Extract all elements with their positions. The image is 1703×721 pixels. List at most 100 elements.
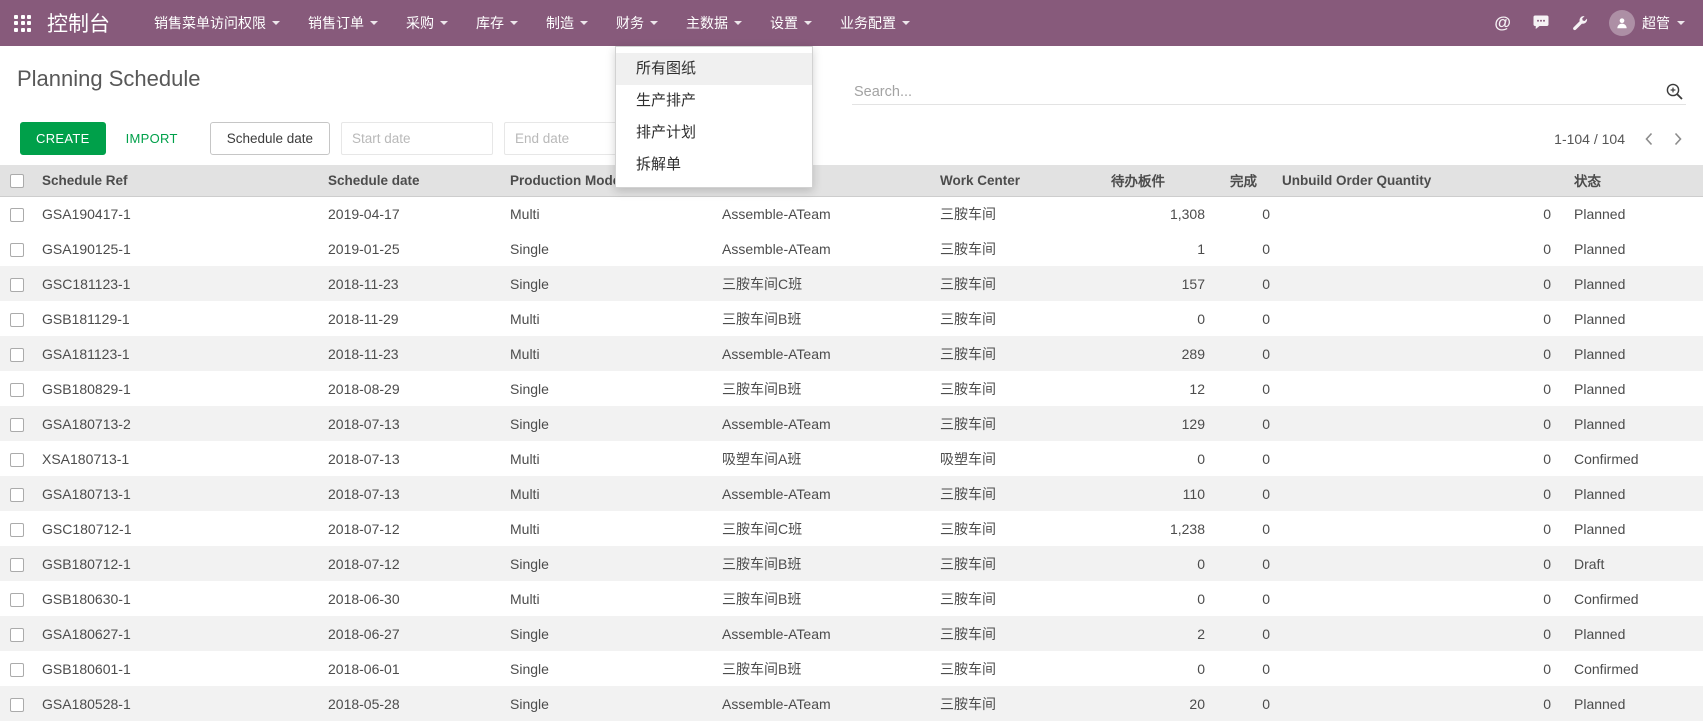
- messages-icon[interactable]: [1532, 14, 1550, 32]
- cell-schedule-ref: GSA181123-1: [38, 336, 324, 371]
- cell-work-center: 三胺车间: [936, 546, 1090, 581]
- row-checkbox[interactable]: [10, 278, 24, 292]
- import-button[interactable]: IMPORT: [120, 130, 184, 147]
- create-button[interactable]: CREATE: [20, 122, 106, 155]
- user-menu[interactable]: 超管: [1609, 10, 1685, 36]
- pager-previous-button[interactable]: [1644, 132, 1654, 146]
- table-row[interactable]: GSC180712-1 2018-07-12 Multi 三胺车间C班 三胺车间…: [0, 511, 1703, 546]
- row-checkbox[interactable]: [10, 663, 24, 677]
- nav-menu-item[interactable]: 库存: [462, 0, 532, 46]
- cell-status: Planned: [1559, 616, 1703, 651]
- table-row[interactable]: GSA180713-1 2018-07-13 Multi Assemble-AT…: [0, 476, 1703, 511]
- table-row[interactable]: GSB180601-1 2018-06-01 Single 三胺车间B班 三胺车…: [0, 651, 1703, 686]
- cell-work-group: Assemble-ATeam: [718, 231, 936, 266]
- cell-schedule-date: 2018-07-13: [324, 406, 506, 441]
- row-checkbox[interactable]: [10, 418, 24, 432]
- app-brand[interactable]: 控制台: [47, 8, 110, 38]
- column-header-schedule-ref[interactable]: Schedule Ref: [38, 165, 324, 196]
- chevron-down-icon: [580, 21, 588, 29]
- row-checkbox[interactable]: [10, 208, 24, 222]
- table-row[interactable]: GSB180712-1 2018-07-12 Single 三胺车间B班 三胺车…: [0, 546, 1703, 581]
- cell-production-mode: Single: [506, 266, 718, 301]
- cell-schedule-ref: GSB180829-1: [38, 371, 324, 406]
- row-checkbox-cell: [0, 371, 38, 406]
- dropdown-menu-item[interactable]: 排产计划: [616, 117, 812, 149]
- nav-menu-label: 库存: [476, 13, 504, 33]
- tools-wrench-icon[interactable]: [1571, 15, 1588, 32]
- table-row[interactable]: GSA181123-1 2018-11-23 Multi Assemble-AT…: [0, 336, 1703, 371]
- nav-menu-item[interactable]: 制造: [532, 0, 602, 46]
- cell-schedule-date: 2018-06-27: [324, 616, 506, 651]
- cell-production-mode: Multi: [506, 476, 718, 511]
- cell-schedule-date: 2018-11-23: [324, 336, 506, 371]
- row-checkbox[interactable]: [10, 383, 24, 397]
- table-row[interactable]: GSA190417-1 2019-04-17 Multi Assemble-AT…: [0, 196, 1703, 231]
- nav-menu-item[interactable]: 主数据: [672, 0, 756, 46]
- chevron-down-icon: [370, 21, 378, 29]
- cell-work-center: 三胺车间: [936, 231, 1090, 266]
- chevron-down-icon: [1677, 21, 1685, 29]
- nav-menu-item[interactable]: 设置: [756, 0, 826, 46]
- row-checkbox[interactable]: [10, 593, 24, 607]
- table-row[interactable]: GSA180713-2 2018-07-13 Single Assemble-A…: [0, 406, 1703, 441]
- nav-menu-item[interactable]: 业务配置: [826, 0, 924, 46]
- nav-menu-item[interactable]: 销售菜单访问权限: [140, 0, 294, 46]
- row-checkbox[interactable]: [10, 488, 24, 502]
- cell-work-group: 三胺车间B班: [718, 651, 936, 686]
- cell-pending-panels: 2: [1090, 616, 1213, 651]
- nav-menu-item[interactable]: 财务: [602, 0, 672, 46]
- mentions-icon[interactable]: @: [1494, 13, 1511, 33]
- column-header-status[interactable]: 状态: [1559, 165, 1703, 196]
- cell-work-center: 三胺车间: [936, 616, 1090, 651]
- row-checkbox[interactable]: [10, 243, 24, 257]
- dropdown-menu-item[interactable]: 所有图纸: [616, 53, 812, 85]
- start-date-input[interactable]: [341, 122, 493, 155]
- cell-work-group: 吸塑车间A班: [718, 441, 936, 476]
- pager-next-button[interactable]: [1673, 132, 1683, 146]
- row-checkbox[interactable]: [10, 313, 24, 327]
- column-header-pending-panels[interactable]: 待办板件: [1090, 165, 1213, 196]
- cell-schedule-ref: GSA190417-1: [38, 196, 324, 231]
- search-magnifier-icon[interactable]: [1663, 82, 1686, 101]
- cell-status: Confirmed: [1559, 581, 1703, 616]
- cell-schedule-ref: GSA180713-1: [38, 476, 324, 511]
- nav-menus: 销售菜单访问权限 销售订单 采购 库存 制造: [140, 0, 924, 46]
- table-row[interactable]: GSC181123-1 2018-11-23 Single 三胺车间C班 三胺车…: [0, 266, 1703, 301]
- row-checkbox[interactable]: [10, 523, 24, 537]
- cell-work-group: 三胺车间C班: [718, 511, 936, 546]
- cell-done: 0: [1213, 371, 1278, 406]
- row-checkbox[interactable]: [10, 628, 24, 642]
- table-row[interactable]: XSA180713-1 2018-07-13 Multi 吸塑车间A班 吸塑车间…: [0, 441, 1703, 476]
- column-header-unbuild-qty[interactable]: Unbuild Order Quantity: [1278, 165, 1559, 196]
- table-row[interactable]: GSA190125-1 2019-01-25 Single Assemble-A…: [0, 231, 1703, 266]
- row-checkbox[interactable]: [10, 453, 24, 467]
- table-row[interactable]: GSB180829-1 2018-08-29 Single 三胺车间B班 三胺车…: [0, 371, 1703, 406]
- table-row[interactable]: GSB181129-1 2018-11-29 Multi 三胺车间B班 三胺车间…: [0, 301, 1703, 336]
- search-input[interactable]: [852, 83, 1663, 101]
- cell-production-mode: Single: [506, 231, 718, 266]
- cell-status: Planned: [1559, 371, 1703, 406]
- apps-menu-icon[interactable]: [14, 15, 31, 32]
- cell-done: 0: [1213, 581, 1278, 616]
- row-checkbox[interactable]: [10, 698, 24, 712]
- dropdown-menu-item[interactable]: 拆解单: [616, 149, 812, 181]
- table-header-row: Schedule Ref Schedule date Production Mo…: [0, 165, 1703, 196]
- cell-work-center: 三胺车间: [936, 196, 1090, 231]
- cell-work-group: Assemble-ATeam: [718, 336, 936, 371]
- schedule-date-filter-button[interactable]: Schedule date: [210, 122, 330, 155]
- column-header-done[interactable]: 完成: [1213, 165, 1278, 196]
- cell-pending-panels: 289: [1090, 336, 1213, 371]
- nav-menu-item[interactable]: 采购: [392, 0, 462, 46]
- cell-schedule-ref: GSA180713-2: [38, 406, 324, 441]
- column-header-schedule-date[interactable]: Schedule date: [324, 165, 506, 196]
- dropdown-menu-item[interactable]: 生产排产: [616, 85, 812, 117]
- row-checkbox[interactable]: [10, 558, 24, 572]
- table-row[interactable]: GSB180630-1 2018-06-30 Multi 三胺车间B班 三胺车间…: [0, 581, 1703, 616]
- table-row[interactable]: GSA180627-1 2018-06-27 Single Assemble-A…: [0, 616, 1703, 651]
- cell-done: 0: [1213, 546, 1278, 581]
- column-header-work-center[interactable]: Work Center: [936, 165, 1090, 196]
- select-all-checkbox[interactable]: [10, 174, 24, 188]
- nav-menu-item[interactable]: 销售订单: [294, 0, 392, 46]
- cell-production-mode: Single: [506, 406, 718, 441]
- row-checkbox[interactable]: [10, 348, 24, 362]
